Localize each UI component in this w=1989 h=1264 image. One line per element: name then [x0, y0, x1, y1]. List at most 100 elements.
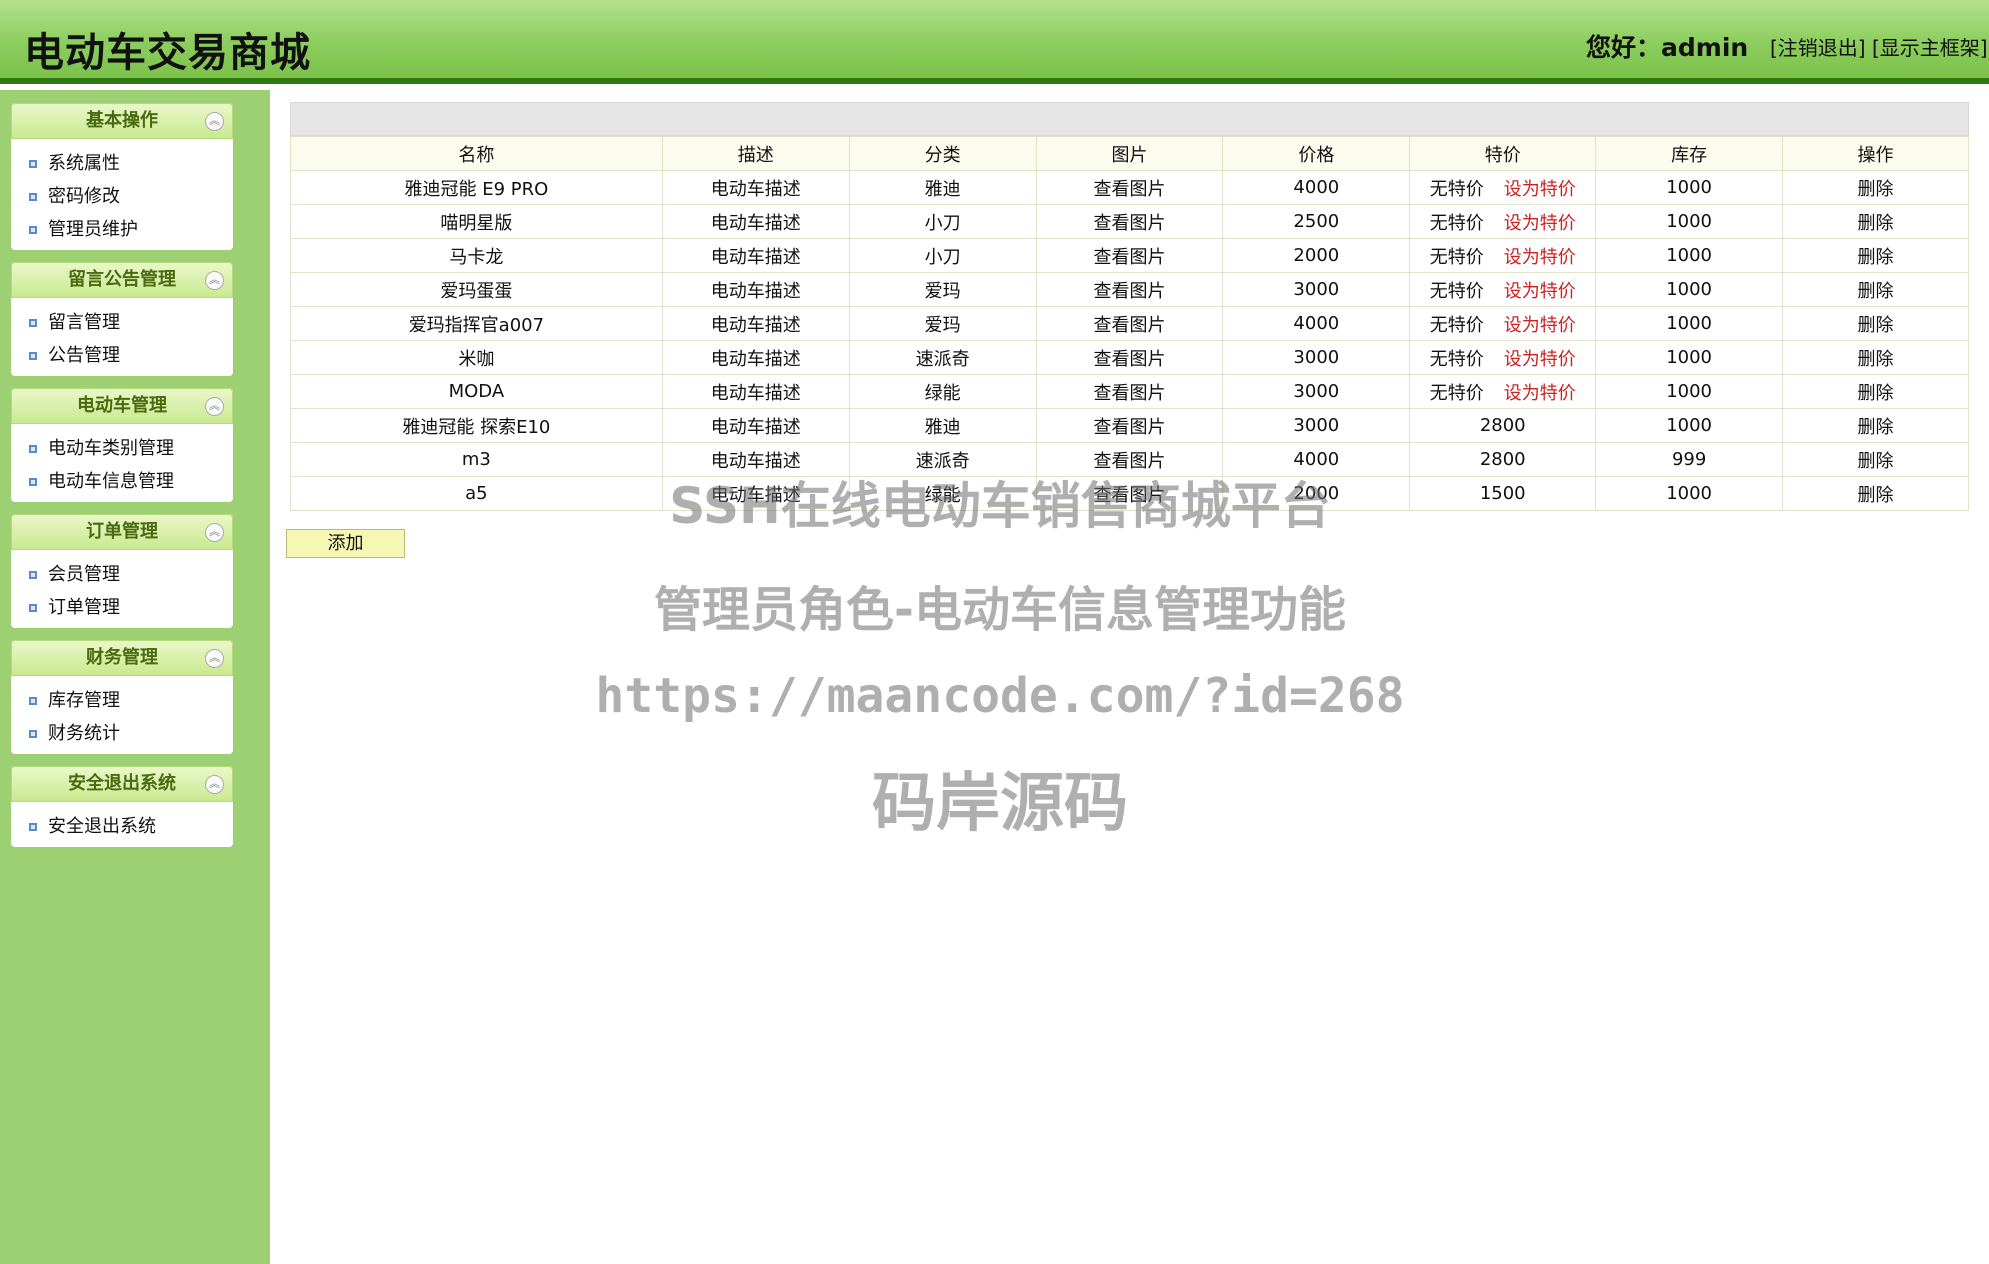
set-special-link[interactable]: 设为特价: [1504, 349, 1576, 370]
sidebar-panel: 基本操作 ︽ 系统属性密码修改管理员维护: [11, 103, 233, 250]
sidebar-item-label: 库存管理: [48, 690, 120, 711]
collapse-icon[interactable]: ︽: [205, 271, 224, 290]
cell-name: 马卡龙: [290, 238, 663, 273]
collapse-icon[interactable]: ︽: [205, 775, 224, 794]
delete-link[interactable]: 删除: [1782, 476, 1969, 511]
set-special-link[interactable]: 设为特价: [1504, 247, 1576, 268]
sidebar-panel-title: 安全退出系统: [68, 773, 176, 794]
sidebar-item[interactable]: 库存管理: [11, 684, 233, 717]
sidebar-panel-header[interactable]: 订单管理 ︽: [11, 514, 233, 550]
cell-price: 4000: [1222, 306, 1411, 341]
cell-stock: 1000: [1595, 408, 1784, 443]
sidebar-panel-header[interactable]: 留言公告管理 ︽: [11, 262, 233, 298]
sidebar-item-label: 订单管理: [48, 597, 120, 618]
cell-special: 无特价 设为特价: [1409, 340, 1597, 375]
cell-stock: 1000: [1595, 204, 1784, 239]
cell-stock: 1000: [1595, 170, 1784, 205]
col-header-desc: 描述: [661, 136, 850, 171]
set-special-link[interactable]: 设为特价: [1504, 179, 1576, 200]
bullet-icon: [29, 478, 37, 486]
sidebar-item[interactable]: 管理员维护: [11, 213, 233, 246]
view-picture-link[interactable]: 查看图片: [1035, 408, 1224, 443]
delete-link[interactable]: 删除: [1782, 272, 1969, 307]
collapse-icon[interactable]: ︽: [205, 523, 224, 542]
sidebar-item-label: 管理员维护: [48, 219, 138, 240]
sidebar-item[interactable]: 公告管理: [11, 339, 233, 372]
delete-link[interactable]: 删除: [1782, 340, 1969, 375]
cell-name: 雅迪冠能 E9 PRO: [290, 170, 663, 205]
view-picture-link[interactable]: 查看图片: [1035, 238, 1224, 273]
special-price-value: 无特价: [1429, 178, 1484, 200]
sidebar-panel-header[interactable]: 安全退出系统 ︽: [11, 766, 233, 802]
cell-special: 2800: [1409, 408, 1597, 443]
table-row: 爱玛蛋蛋 电动车描述 爱玛 查看图片 3000 无特价 设为特价 1000 删除: [290, 272, 1969, 307]
sidebar-item-label: 留言管理: [48, 312, 120, 333]
sidebar-item-label: 密码修改: [48, 186, 120, 207]
sidebar-panel-title: 订单管理: [86, 521, 158, 542]
delete-link[interactable]: 删除: [1782, 374, 1969, 409]
bullet-icon: [29, 319, 37, 327]
table-row: 爱玛指挥官a007 电动车描述 爱玛 查看图片 4000 无特价 设为特价 1000 删除: [290, 306, 1969, 341]
special-price-value: 无特价: [1429, 212, 1484, 234]
cell-name: 喵明星版: [290, 204, 663, 239]
set-special-link[interactable]: 设为特价: [1504, 213, 1576, 234]
view-picture-link[interactable]: 查看图片: [1035, 204, 1224, 239]
delete-link[interactable]: 删除: [1782, 204, 1969, 239]
delete-link[interactable]: 删除: [1782, 170, 1969, 205]
sidebar-item[interactable]: 财务统计: [11, 717, 233, 750]
header-links: [注销退出] [显示主框架]: [1770, 32, 1988, 61]
sidebar-item[interactable]: 会员管理: [11, 558, 233, 591]
logout-link[interactable]: [注销退出]: [1770, 36, 1866, 60]
view-picture-link[interactable]: 查看图片: [1035, 340, 1224, 375]
view-picture-link[interactable]: 查看图片: [1035, 272, 1224, 307]
table-row: 马卡龙 电动车描述 小刀 查看图片 2000 无特价 设为特价 1000 删除: [290, 238, 1969, 273]
delete-link[interactable]: 删除: [1782, 408, 1969, 443]
add-button[interactable]: 添加: [286, 529, 405, 558]
view-picture-link[interactable]: 查看图片: [1035, 170, 1224, 205]
sidebar-item[interactable]: 密码修改: [11, 180, 233, 213]
sidebar-panel-title: 财务管理: [86, 647, 158, 668]
sidebar-item[interactable]: 电动车信息管理: [11, 465, 233, 498]
cell-name: 雅迪冠能 探索E10: [290, 408, 663, 443]
sidebar-item[interactable]: 订单管理: [11, 591, 233, 624]
show-frame-link[interactable]: [显示主框架]: [1872, 36, 1988, 60]
view-picture-link[interactable]: 查看图片: [1035, 306, 1224, 341]
sidebar-panel-header[interactable]: 电动车管理 ︽: [11, 388, 233, 424]
cell-desc: 电动车描述: [661, 170, 850, 205]
special-price-value: 无特价: [1429, 382, 1484, 404]
bullet-icon: [29, 193, 37, 201]
cell-special: 无特价 设为特价: [1409, 272, 1597, 307]
cell-special: 无特价 设为特价: [1409, 204, 1597, 239]
view-picture-link[interactable]: 查看图片: [1035, 374, 1224, 409]
sidebar-panel-header[interactable]: 财务管理 ︽: [11, 640, 233, 676]
sidebar-panel: 财务管理 ︽ 库存管理财务统计: [11, 640, 233, 754]
cell-price: 4000: [1222, 170, 1411, 205]
set-special-link[interactable]: 设为特价: [1504, 315, 1576, 336]
sidebar-item[interactable]: 安全退出系统: [11, 810, 233, 843]
sidebar-item[interactable]: 留言管理: [11, 306, 233, 339]
collapse-icon[interactable]: ︽: [205, 112, 224, 131]
sidebar-menu: 电动车类别管理电动车信息管理: [11, 424, 233, 502]
delete-link[interactable]: 删除: [1782, 238, 1969, 273]
special-price-value: 2800: [1479, 415, 1526, 436]
delete-link[interactable]: 删除: [1782, 442, 1969, 477]
delete-link[interactable]: 删除: [1782, 306, 1969, 341]
table-row: 雅迪冠能 探索E10 电动车描述 雅迪 查看图片 3000 2800 1000 删除: [290, 408, 1969, 443]
cell-special: 无特价 设为特价: [1409, 170, 1597, 205]
sidebar-item-label: 电动车类别管理: [48, 438, 174, 459]
set-special-link[interactable]: 设为特价: [1504, 383, 1576, 404]
cell-stock: 1000: [1595, 306, 1784, 341]
sidebar-item-label: 会员管理: [48, 564, 120, 585]
cell-stock: 1000: [1595, 374, 1784, 409]
special-price-value: 无特价: [1429, 280, 1484, 302]
sidebar-panel-header[interactable]: 基本操作 ︽: [11, 103, 233, 139]
bullet-icon: [29, 160, 37, 168]
sidebar-item[interactable]: 系统属性: [11, 147, 233, 180]
sidebar-item[interactable]: 电动车类别管理: [11, 432, 233, 465]
collapse-icon[interactable]: ︽: [205, 649, 224, 668]
collapse-icon[interactable]: ︽: [205, 397, 224, 416]
sidebar-menu: 库存管理财务统计: [11, 676, 233, 754]
cell-price: 3000: [1222, 408, 1411, 443]
sidebar-menu: 安全退出系统: [11, 802, 233, 847]
set-special-link[interactable]: 设为特价: [1504, 281, 1576, 302]
